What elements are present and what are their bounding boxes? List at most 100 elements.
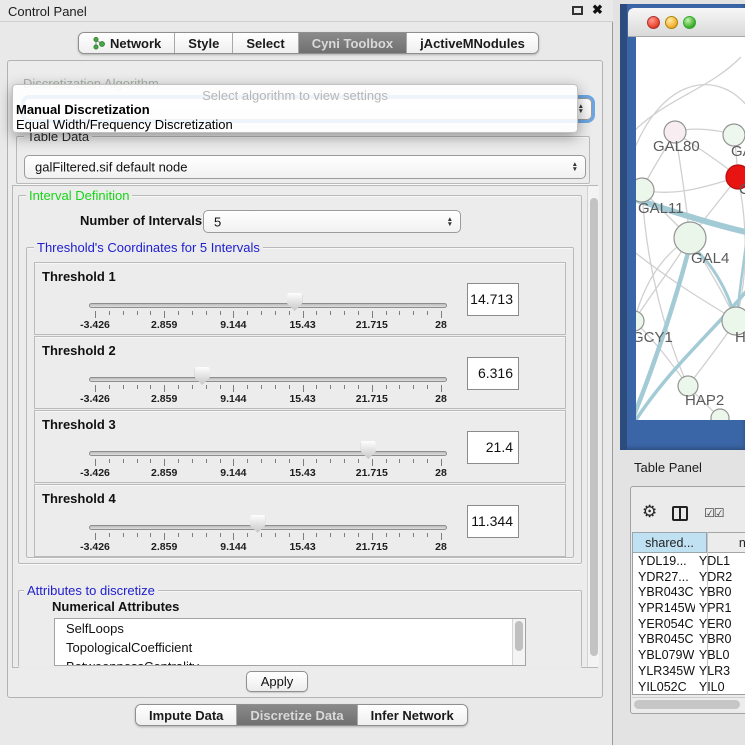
scrollbar-thumb[interactable] [590,198,598,656]
combo-arrows-icon: ▲▼ [447,216,453,226]
table-row[interactable]: YBL079WYBL0 [632,648,745,664]
network-view-window: GAL80GACGAL11GAL4GCY1HHAP2 [620,4,745,450]
mode-tab-discretize-data[interactable]: Discretize Data [236,705,356,725]
slider-tick [289,311,290,315]
threshold-value-field[interactable]: 14.713 [467,283,519,316]
tab-jactivemnodules[interactable]: jActiveMNodules [406,33,538,53]
num-intervals-combo[interactable]: 5 ▲▼ [203,210,461,233]
numerical-attributes-list: SelfLoopsTopologicalCoefficientBetweenne… [54,618,526,666]
slider-tick [206,533,207,537]
attribute-item-betweennesscentrality[interactable]: BetweennessCentrality [55,657,525,666]
gear-icon[interactable]: ⚙ [642,502,657,522]
slider-track[interactable] [89,303,447,308]
network-node[interactable] [711,409,729,420]
tab-label: jActiveMNodules [420,36,525,51]
slider-tick-label: 9.144 [220,467,246,479]
threshold-value-field[interactable]: 6.316 [467,357,519,390]
slider-tick-label: 28 [435,393,447,405]
table-header-shared[interactable]: shared... [632,532,707,553]
app-root: { "control_panel": { "title": "Control P… [0,0,745,745]
slider-tick [137,385,138,389]
network-node-gcy1[interactable] [636,311,644,331]
select-columns-icon[interactable]: ☑☑ [704,506,724,520]
slider-tick [289,385,290,389]
slider-tick [344,533,345,537]
slider-tick-label: 9.144 [220,541,246,553]
table-row[interactable]: YBR043CYBR0 [632,585,745,601]
columns-icon[interactable] [672,506,688,521]
tab-select[interactable]: Select [232,33,297,53]
slider-tick [372,459,373,466]
slider-tick-label: -3.426 [80,319,110,331]
table-header-name[interactable]: name [707,532,745,553]
table-horizontal-scrollbar[interactable] [632,697,745,710]
slider-tick-label: 21.715 [356,467,388,479]
mode-tab-label: Impute Data [149,708,223,723]
mode-tab-impute-data[interactable]: Impute Data [136,705,236,725]
slider-tick [386,311,387,315]
scrollbar-thumb[interactable] [515,621,523,651]
slider-tick [233,459,234,466]
close-traffic-light[interactable] [647,16,660,29]
threshold-list: Threshold 1-3.4262.8599.14415.4321.71528… [34,262,566,558]
apply-button[interactable]: Apply [246,671,308,692]
algorithm-option-manual-discretization[interactable]: Manual Discretization [16,102,150,117]
table-cell: YBR0 [695,632,745,648]
slider-tick [192,385,193,389]
numerical-attributes-label: Numerical Attributes [52,599,179,614]
slider-tick [233,533,234,540]
table-row[interactable]: YBR045CYBR0 [632,632,745,648]
slider-track[interactable] [89,451,447,456]
table-cell: YIL0 [695,680,745,693]
slider-tick [137,533,138,537]
threshold-label: Threshold 2 [42,343,116,358]
table-row[interactable]: YLR345WYLR3 [632,664,745,680]
algorithm-option-equal-width-frequency-discretization[interactable]: Equal Width/Frequency Discretization [16,117,233,132]
slider-tick [261,311,262,315]
node-label: GCY1 [636,329,673,346]
table-header-row: shared...name [632,532,745,553]
threshold-value-field[interactable]: 11.344 [467,505,519,538]
slider-tick [413,533,414,537]
attributes-scrollbar[interactable] [512,619,525,665]
minimize-traffic-light[interactable] [665,16,678,29]
network-canvas[interactable]: GAL80GACGAL11GAL4GCY1HHAP2 [636,37,745,420]
attribute-item-selfloops[interactable]: SelfLoops [55,619,525,638]
slider-tick [275,533,276,537]
tab-network[interactable]: Network [79,33,174,53]
table-row[interactable]: YDR27...YDR2 [632,570,745,586]
slider-track[interactable] [89,525,447,530]
tab-style[interactable]: Style [174,33,232,53]
slider-tick [275,385,276,389]
slider-handle[interactable] [287,293,302,311]
slider-track[interactable] [89,377,447,382]
slider-handle[interactable] [195,367,210,385]
threshold-value-field[interactable]: 21.4 [467,431,519,464]
slider-handle[interactable] [250,515,265,533]
mode-tab-label: Infer Network [371,708,454,723]
slider-tick [95,385,96,392]
zoom-traffic-light[interactable] [683,16,696,29]
threshold-panel-threshold-1: Threshold 1-3.4262.8599.14415.4321.71528… [34,262,566,335]
table-data-combo[interactable]: galFiltered.sif default node ▲▼ [24,155,586,179]
table-row[interactable]: YDL19...YDL1 [632,554,745,570]
attribute-item-topologicalcoefficient[interactable]: TopologicalCoefficient [55,638,525,657]
tab-cyni-toolbox[interactable]: Cyni Toolbox [298,33,406,53]
slider-tick [344,385,345,389]
slider-handle[interactable] [361,441,376,459]
settings-vertical-scrollbar[interactable] [587,186,599,667]
slider-tick [150,385,151,389]
float-window-icon[interactable] [572,6,583,15]
slider-tick [233,311,234,318]
mode-tab-infer-network[interactable]: Infer Network [357,705,467,725]
num-intervals-label: Number of Intervals [80,213,202,228]
table-cell: YLR345W [632,664,695,680]
node-label: GA [731,143,745,160]
network-node-gal11[interactable] [636,178,654,202]
close-icon[interactable]: ✖ [592,2,603,18]
table-row[interactable]: YER054CYER0 [632,617,745,633]
table-row[interactable]: YIL052CYIL0 [632,680,745,693]
scrollbar-thumb[interactable] [634,700,740,709]
slider-tick [261,459,262,463]
table-row[interactable]: YPR145WYPR1 [632,601,745,617]
